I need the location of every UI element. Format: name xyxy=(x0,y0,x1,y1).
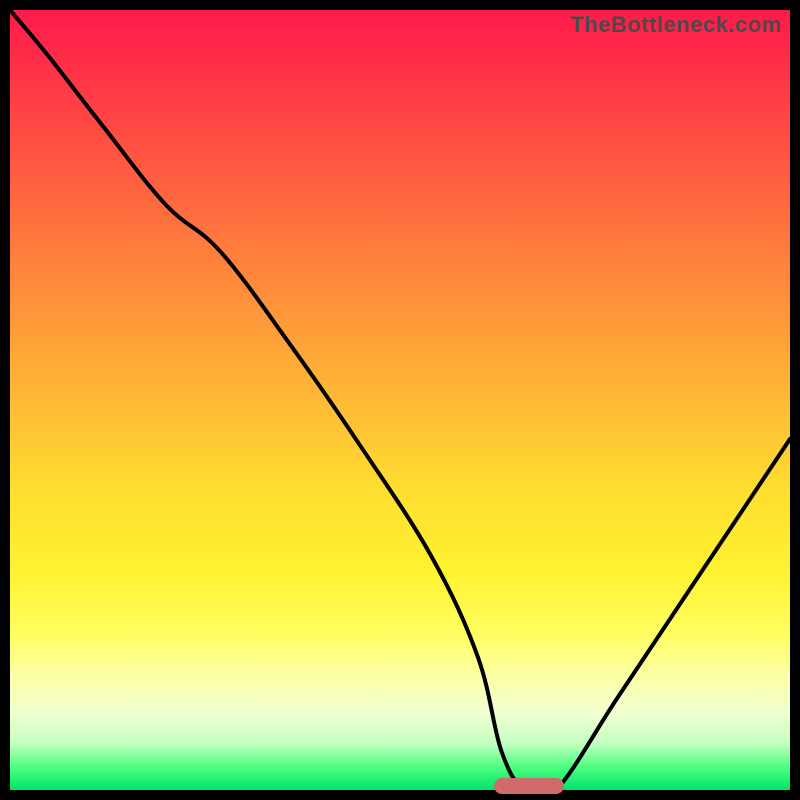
optimal-range-marker xyxy=(494,778,564,794)
curve-path xyxy=(10,10,790,790)
watermark-text: TheBottleneck.com xyxy=(571,12,782,38)
bottleneck-curve xyxy=(10,10,790,790)
chart-frame: TheBottleneck.com xyxy=(0,0,800,800)
